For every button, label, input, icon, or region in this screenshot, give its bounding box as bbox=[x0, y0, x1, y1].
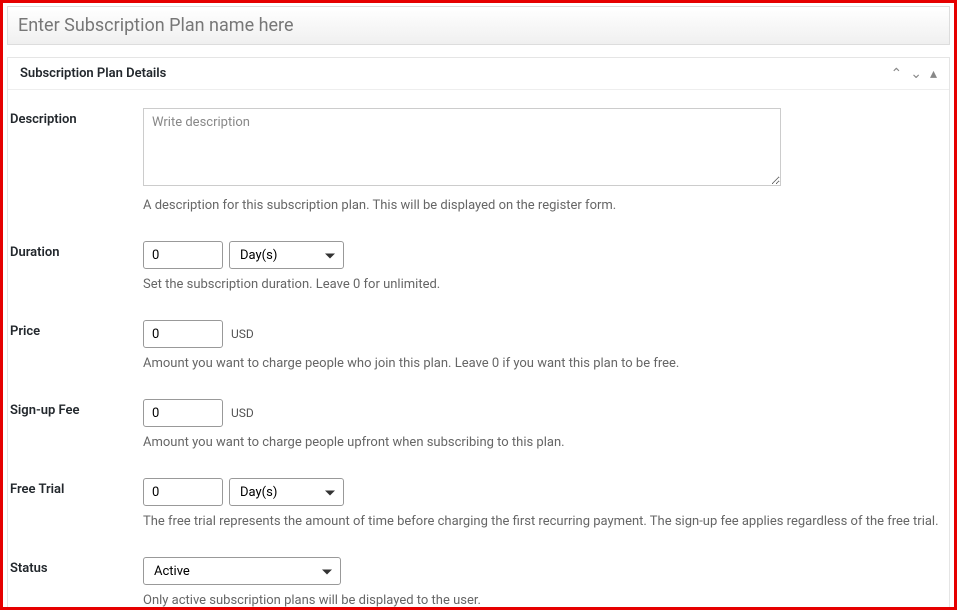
page-frame: Subscription Plan Details ⌃ ⌄ ▴ Descript… bbox=[0, 0, 957, 610]
chevron-up-icon[interactable]: ⌃ bbox=[891, 67, 903, 81]
chevron-down-icon[interactable]: ⌄ bbox=[910, 67, 922, 81]
price-label: Price bbox=[8, 320, 143, 339]
form-body: Description A description for this subsc… bbox=[8, 90, 949, 610]
signup-fee-input[interactable] bbox=[143, 399, 223, 427]
status-select[interactable]: Active bbox=[143, 557, 341, 585]
plan-name-input[interactable] bbox=[7, 6, 950, 45]
free-trial-label: Free Trial bbox=[8, 478, 143, 497]
free-trial-help: The free trial represents the amount of … bbox=[143, 514, 949, 529]
signup-fee-help: Amount you want to charge people upfront… bbox=[143, 435, 949, 450]
panel-title: Subscription Plan Details bbox=[20, 66, 166, 81]
row-price: Price USD Amount you want to charge peop… bbox=[8, 320, 949, 399]
row-status: Status Active Only active subscription p… bbox=[8, 557, 949, 610]
description-textarea[interactable] bbox=[143, 108, 781, 186]
row-duration: Duration Day(s) Set the subscription dur… bbox=[8, 241, 949, 320]
row-free-trial: Free Trial Day(s) The free trial represe… bbox=[8, 478, 949, 557]
free-trial-input[interactable] bbox=[143, 478, 223, 506]
free-trial-unit-select[interactable]: Day(s) bbox=[229, 478, 344, 506]
plan-details-panel: Subscription Plan Details ⌃ ⌄ ▴ Descript… bbox=[7, 57, 950, 610]
duration-input[interactable] bbox=[143, 241, 223, 269]
price-input[interactable] bbox=[143, 320, 223, 348]
description-help: A description for this subscription plan… bbox=[143, 198, 949, 213]
price-help: Amount you want to charge people who joi… bbox=[143, 356, 949, 371]
duration-label: Duration bbox=[8, 241, 143, 260]
duration-help: Set the subscription duration. Leave 0 f… bbox=[143, 277, 949, 292]
price-currency: USD bbox=[231, 327, 254, 341]
row-description: Description A description for this subsc… bbox=[8, 108, 949, 241]
triangle-up-icon[interactable]: ▴ bbox=[930, 67, 937, 81]
panel-header: Subscription Plan Details ⌃ ⌄ ▴ bbox=[8, 58, 949, 90]
description-label: Description bbox=[8, 108, 143, 127]
status-help: Only active subscription plans will be d… bbox=[143, 593, 949, 608]
row-signup-fee: Sign-up Fee USD Amount you want to charg… bbox=[8, 399, 949, 478]
signup-fee-label: Sign-up Fee bbox=[8, 399, 143, 418]
signup-fee-currency: USD bbox=[231, 406, 254, 420]
status-label: Status bbox=[8, 557, 143, 576]
duration-unit-select[interactable]: Day(s) bbox=[229, 241, 344, 269]
panel-controls: ⌃ ⌄ ▴ bbox=[891, 67, 938, 81]
